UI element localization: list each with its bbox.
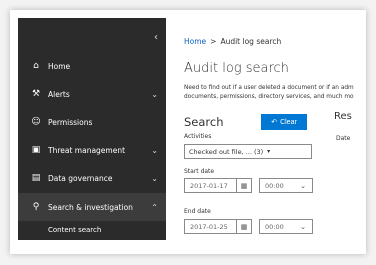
- undo-icon: ↶: [271, 119, 278, 126]
- sidebar-item-label: Home: [48, 61, 71, 71]
- start-date-label: Start date: [184, 168, 215, 175]
- sidebar-item-alerts[interactable]: ⚒ Alerts ⌄: [18, 80, 166, 108]
- lock-icon: ▣: [31, 145, 41, 155]
- chevron-down-icon: ⌄: [300, 181, 306, 190]
- search-icon: ⚲: [32, 202, 40, 212]
- sidebar-item-label: Threat management: [48, 145, 126, 155]
- data-governance-icon: ▤: [31, 173, 41, 183]
- chevron-left-icon[interactable]: ‹: [154, 32, 158, 43]
- activities-dropdown[interactable]: Checked out file, ... (3) ▾: [184, 144, 312, 159]
- sidebar-item-search-investigation[interactable]: ⚲ Search & investigation ⌃: [18, 193, 166, 221]
- results-date-column-header[interactable]: Date: [336, 135, 350, 142]
- results-heading: Res: [334, 111, 352, 122]
- sidebar-item-label: Data governance: [48, 173, 113, 183]
- people-icon: ☺: [31, 117, 41, 127]
- page-description: Need to find out if a user deleted a doc…: [184, 84, 354, 102]
- clear-button[interactable]: ↶ Clear: [261, 114, 307, 130]
- start-date-value: 2017-01-17: [190, 181, 228, 190]
- chevron-down-icon: ⌄: [151, 145, 158, 155]
- sidebar-subitem-content-search[interactable]: Content search: [48, 226, 101, 234]
- breadcrumb-separator: >: [210, 37, 217, 46]
- sidebar-item-label: Alerts: [48, 89, 70, 99]
- page-title: Audit log search: [184, 61, 289, 76]
- chevron-down-icon: ⌄: [151, 89, 158, 99]
- end-date-label: End date: [184, 208, 211, 215]
- calendar-icon[interactable]: ▦: [236, 179, 251, 192]
- end-time-value: 00:00: [265, 222, 284, 231]
- home-icon: ⌂: [33, 61, 39, 71]
- caret-down-icon: ▾: [267, 148, 271, 155]
- sidebar: ‹ ⌂ Home ⚒ Alerts ⌄ ☺ Permissions ▣ Thre…: [18, 18, 166, 240]
- breadcrumb-current: Audit log search: [220, 37, 282, 46]
- end-time-select[interactable]: 00:00 ⌄: [259, 219, 313, 234]
- sidebar-item-label: Search & investigation: [48, 202, 133, 212]
- search-heading: Search: [184, 115, 224, 129]
- start-time-value: 00:00: [265, 181, 284, 190]
- activities-value: Checked out file, ... (3): [189, 147, 264, 156]
- calendar-icon[interactable]: ▦: [236, 220, 251, 233]
- sidebar-item-home[interactable]: ⌂ Home: [18, 52, 166, 80]
- description-line: documents, permissions, directory servic…: [184, 94, 354, 100]
- breadcrumb: Home > Audit log search: [184, 37, 281, 46]
- start-date-field[interactable]: 2017-01-17 ▦: [184, 178, 252, 193]
- chevron-down-icon: ⌄: [300, 222, 306, 231]
- activities-label: Activities: [184, 133, 212, 140]
- sidebar-item-permissions[interactable]: ☺ Permissions: [18, 108, 166, 136]
- description-line: Need to find out if a user deleted a doc…: [184, 85, 354, 91]
- end-date-field[interactable]: 2017-01-25 ▦: [184, 219, 252, 234]
- chevron-down-icon: ⌄: [151, 173, 158, 183]
- chevron-up-icon: ⌃: [151, 202, 158, 212]
- main-content: Home > Audit log search Audit log search N…: [184, 18, 354, 240]
- sidebar-item-data-governance[interactable]: ▤ Data governance ⌄: [18, 164, 166, 192]
- sidebar-item-threat-management[interactable]: ▣ Threat management ⌄: [18, 136, 166, 164]
- end-date-value: 2017-01-25: [190, 222, 228, 231]
- wrench-icon: ⚒: [31, 89, 41, 99]
- breadcrumb-home-link[interactable]: Home: [184, 37, 206, 46]
- start-time-select[interactable]: 00:00 ⌄: [259, 178, 313, 193]
- clear-button-label: Clear: [280, 118, 297, 126]
- sidebar-item-label: Permissions: [48, 117, 93, 127]
